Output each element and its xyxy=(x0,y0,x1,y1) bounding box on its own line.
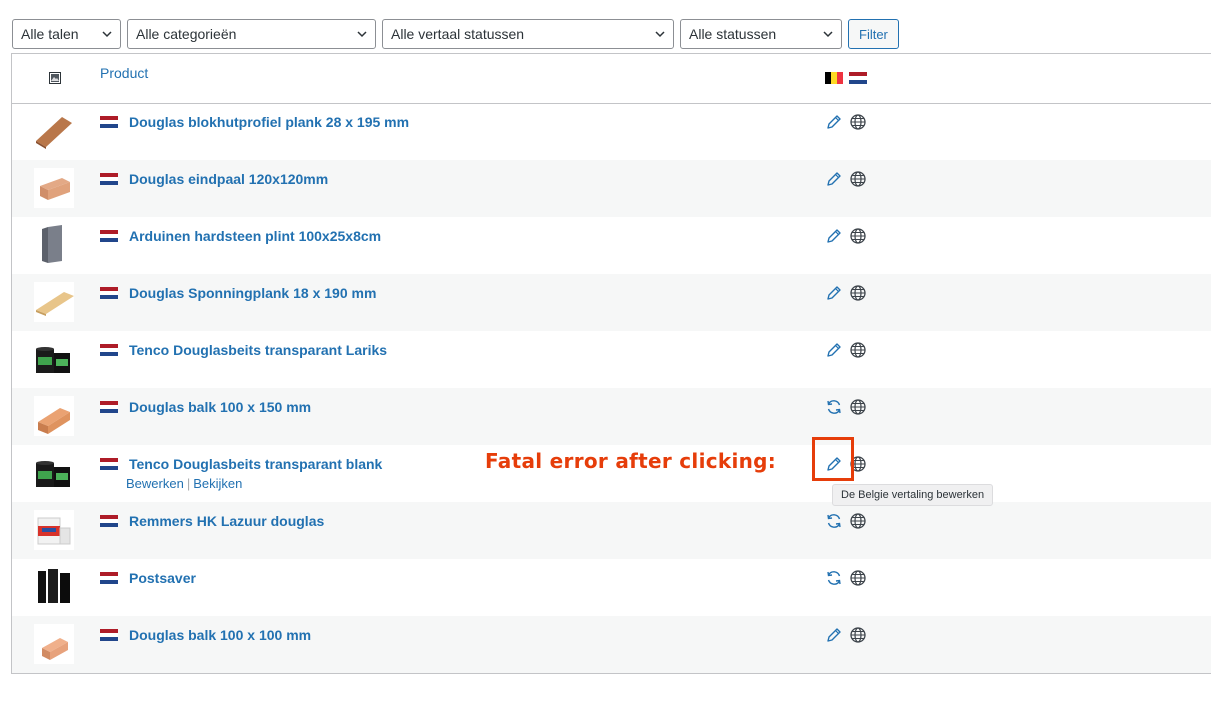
globe-icon[interactable] xyxy=(849,569,867,587)
language-select-value: Alle talen xyxy=(21,26,79,42)
product-thumbnail[interactable] xyxy=(34,396,74,436)
language-select[interactable]: Alle talen xyxy=(12,19,121,49)
table-header: Product xyxy=(12,54,1211,104)
product-name-link[interactable]: Postsaver xyxy=(129,570,196,586)
product-name-link[interactable]: Douglas eindpaal 120x120mm xyxy=(129,171,328,187)
category-select[interactable]: Alle categorieën xyxy=(127,19,376,49)
refresh-icon[interactable] xyxy=(825,398,843,416)
table-row: Douglas eindpaal 120x120mm xyxy=(12,160,1211,217)
flag-netherlands-icon xyxy=(100,344,118,356)
pencil-icon[interactable] xyxy=(825,227,843,245)
table-row: Remmers HK Lazuur douglas xyxy=(12,502,1211,559)
flag-netherlands-icon xyxy=(849,72,867,84)
product-name-link[interactable]: Tenco Douglasbeits transparant Lariks xyxy=(129,342,387,358)
annotation-highlight-box xyxy=(812,437,854,481)
status-select[interactable]: Alle statussen xyxy=(680,19,842,49)
pencil-icon[interactable] xyxy=(825,284,843,302)
table-row: Douglas Sponningplank 18 x 190 mm xyxy=(12,274,1211,331)
globe-icon[interactable] xyxy=(849,341,867,359)
pencil-icon[interactable] xyxy=(825,170,843,188)
flag-netherlands-icon xyxy=(100,572,118,584)
flag-netherlands-icon xyxy=(100,116,118,128)
products-table: Product Douglas blokhutprofiel plank 28 … xyxy=(11,53,1211,674)
image-icon xyxy=(49,72,61,84)
flag-netherlands-icon xyxy=(100,458,118,470)
chevron-down-icon xyxy=(823,31,833,38)
flag-netherlands-icon xyxy=(100,287,118,299)
pencil-icon[interactable] xyxy=(825,341,843,359)
table-row: Arduinen hardsteen plint 100x25x8cm xyxy=(12,217,1211,274)
row-actions: Bewerken | Bekijken xyxy=(126,476,242,491)
chevron-down-icon xyxy=(357,31,367,38)
globe-icon[interactable] xyxy=(849,398,867,416)
table-row: Douglas balk 100 x 150 mm xyxy=(12,388,1211,445)
refresh-icon[interactable] xyxy=(825,512,843,530)
flag-netherlands-icon xyxy=(100,515,118,527)
product-thumbnail[interactable] xyxy=(34,510,74,550)
view-link[interactable]: Bekijken xyxy=(193,476,242,491)
globe-icon[interactable] xyxy=(849,284,867,302)
globe-icon[interactable] xyxy=(849,512,867,530)
chevron-down-icon xyxy=(655,31,665,38)
product-name-link[interactable]: Remmers HK Lazuur douglas xyxy=(129,513,324,529)
product-name-link[interactable]: Douglas balk 100 x 150 mm xyxy=(129,399,311,415)
language-flags-header xyxy=(825,72,867,84)
product-name-link[interactable]: Douglas balk 100 x 100 mm xyxy=(129,627,311,643)
globe-icon[interactable] xyxy=(849,170,867,188)
product-name-link[interactable]: Arduinen hardsteen plint 100x25x8cm xyxy=(129,228,381,244)
flag-belgium-icon xyxy=(825,72,843,84)
globe-icon[interactable] xyxy=(849,113,867,131)
flag-netherlands-icon xyxy=(100,629,118,641)
chevron-down-icon xyxy=(102,31,112,38)
table-row: Tenco Douglasbeits transparant Lariks xyxy=(12,331,1211,388)
globe-icon[interactable] xyxy=(849,626,867,644)
status-select-value: Alle statussen xyxy=(689,26,777,42)
product-name-link[interactable]: Douglas blokhutprofiel plank 28 x 195 mm xyxy=(129,114,409,130)
globe-icon[interactable] xyxy=(849,227,867,245)
pencil-icon[interactable] xyxy=(825,113,843,131)
translation-status-value: Alle vertaal statussen xyxy=(391,26,525,42)
refresh-icon[interactable] xyxy=(825,569,843,587)
flag-netherlands-icon xyxy=(100,173,118,185)
table-row: Postsaver xyxy=(12,559,1211,616)
flag-netherlands-icon xyxy=(100,401,118,413)
product-thumbnail[interactable] xyxy=(34,111,74,151)
action-separator: | xyxy=(186,476,191,491)
column-header-product[interactable]: Product xyxy=(100,65,148,81)
product-thumbnail[interactable] xyxy=(34,624,74,664)
filter-bar: Alle talen Alle categorieën Alle vertaal… xyxy=(12,19,899,49)
product-thumbnail[interactable] xyxy=(34,453,74,493)
product-thumbnail[interactable] xyxy=(34,225,74,265)
translation-status-select[interactable]: Alle vertaal statussen xyxy=(382,19,674,49)
edit-link[interactable]: Bewerken xyxy=(126,476,184,491)
table-row: Douglas blokhutprofiel plank 28 x 195 mm xyxy=(12,103,1211,160)
category-select-value: Alle categorieën xyxy=(136,26,237,42)
product-thumbnail[interactable] xyxy=(34,168,74,208)
annotation-text: Fatal error after clicking: xyxy=(485,449,777,473)
pencil-icon[interactable] xyxy=(825,626,843,644)
flag-netherlands-icon xyxy=(100,230,118,242)
filter-button[interactable]: Filter xyxy=(848,19,899,49)
product-name-link[interactable]: Tenco Douglasbeits transparant blank xyxy=(129,456,382,472)
edit-tooltip: De Belgie vertaling bewerken xyxy=(832,484,994,506)
product-name-link[interactable]: Douglas Sponningplank 18 x 190 mm xyxy=(129,285,376,301)
product-thumbnail[interactable] xyxy=(34,282,74,322)
product-thumbnail[interactable] xyxy=(34,567,74,607)
product-thumbnail[interactable] xyxy=(34,339,74,379)
table-row: Douglas balk 100 x 100 mm xyxy=(12,616,1211,673)
